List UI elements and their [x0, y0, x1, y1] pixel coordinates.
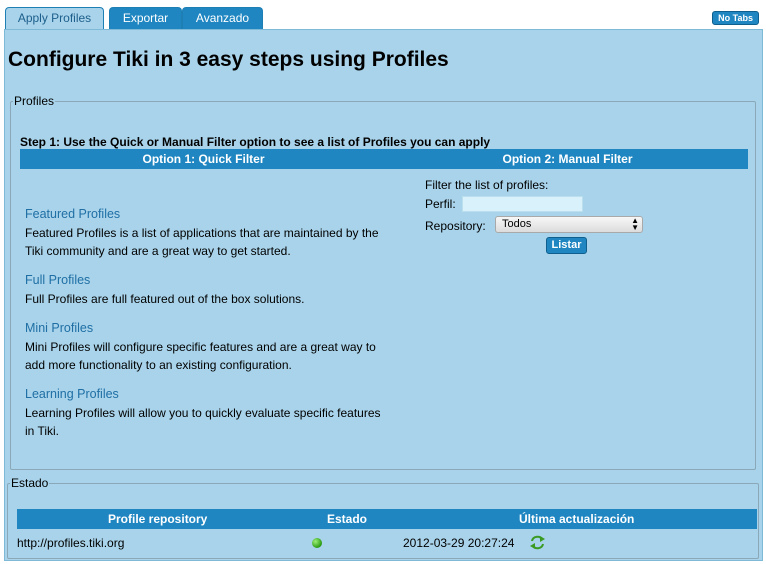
featured-profiles-link[interactable]: Featured Profiles [25, 207, 120, 221]
estado-fieldset: Estado Profile repository Estado Última … [7, 476, 759, 559]
column-header-last-update: Última actualización [519, 512, 635, 526]
select-updown-arrows-icon: ▲ ▼ [631, 216, 639, 232]
tab-exportar[interactable]: Exportar [109, 7, 182, 29]
listar-button[interactable]: Listar [546, 237, 587, 254]
column-header-repository: Profile repository [108, 512, 208, 526]
repository-select[interactable]: Todos ▲ ▼ [495, 216, 643, 233]
last-update-timestamp: 2012-03-29 20:27:24 [403, 536, 515, 550]
tab-avanzado[interactable]: Avanzado [182, 7, 263, 29]
tab-apply-profiles[interactable]: Apply Profiles [5, 7, 104, 30]
repository-url: http://profiles.tiki.org [17, 536, 125, 550]
step-instruction: Step 1: Use the Quick or Manual Filter o… [20, 135, 491, 149]
estado-legend: Estado [11, 476, 49, 490]
full-profiles-description: Full Profiles are full featured out of t… [25, 292, 305, 306]
perfil-label: Perfil: [425, 197, 456, 211]
content-panel: Configure Tiki in 3 easy steps using Pro… [4, 29, 763, 561]
repository-label: Repository: [425, 219, 486, 233]
table-row: http://profiles.tiki.org 2012-03-29 20:2… [17, 534, 757, 554]
full-profiles-link[interactable]: Full Profiles [25, 273, 90, 287]
perfil-input[interactable] [462, 196, 583, 212]
mini-profiles-description: Mini Profiles will configure specific fe… [25, 340, 376, 372]
featured-profiles-description: Featured Profiles is a list of applicati… [25, 226, 379, 258]
profiles-legend: Profiles [14, 94, 55, 108]
mini-profiles-link[interactable]: Mini Profiles [25, 321, 93, 335]
learning-profiles-link[interactable]: Learning Profiles [25, 387, 119, 401]
repository-selected-value: Todos [502, 218, 532, 230]
manual-filter-header: Option 2: Manual Filter [387, 149, 748, 169]
manual-filter-intro: Filter the list of profiles: [425, 178, 549, 192]
profiles-fieldset: Profiles Step 1: Use the Quick or Manual… [10, 94, 756, 470]
quick-filter-header: Option 1: Quick Filter [20, 149, 387, 169]
refresh-icon[interactable] [529, 535, 546, 550]
column-header-estado: Estado [327, 512, 368, 526]
green-status-dot-icon [312, 538, 322, 548]
page-title: Configure Tiki in 3 easy steps using Pro… [8, 48, 449, 71]
no-tabs-button[interactable]: No Tabs [712, 11, 759, 25]
estado-table-header: Profile repository Estado Última actuali… [17, 509, 757, 529]
learning-profiles-description: Learning Profiles will allow you to quic… [25, 406, 381, 438]
